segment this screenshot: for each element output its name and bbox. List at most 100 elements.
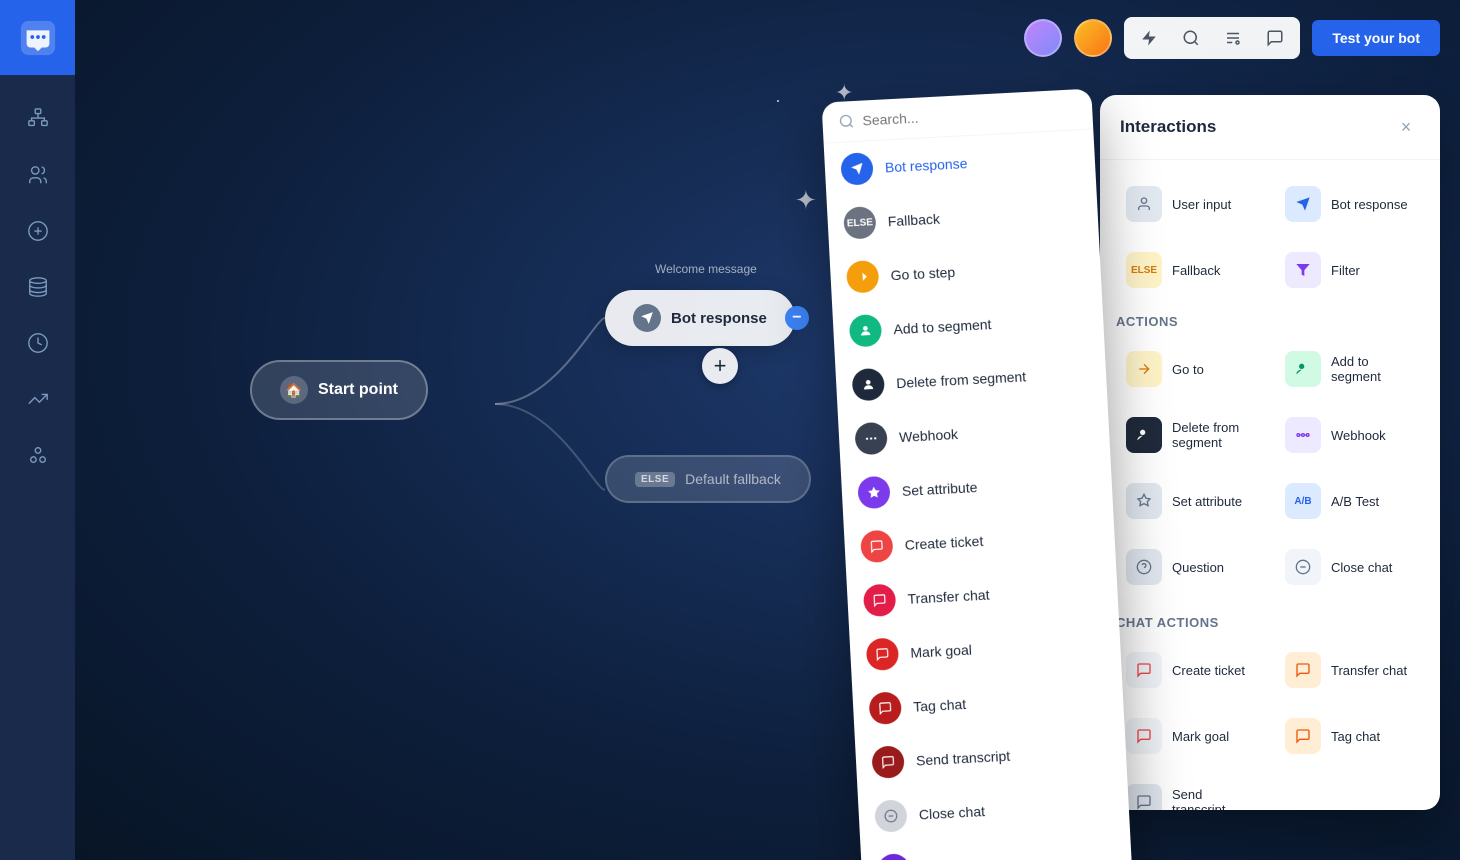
item-label-bot-response: Bot response	[885, 155, 968, 175]
sidebar-item-activity[interactable]	[14, 319, 62, 367]
bot-response-label-int: Bot response	[1331, 197, 1408, 212]
sidebar-item-data[interactable]	[14, 263, 62, 311]
sidebar-item-org[interactable]	[14, 95, 62, 143]
bot-response-remove-btn[interactable]: −	[785, 306, 809, 330]
canvas-area[interactable]: · ✦ · ✦	[75, 0, 1460, 860]
webhook-icon	[1285, 417, 1321, 453]
close-chat-icon	[1285, 549, 1321, 585]
action-webhook[interactable]: Webhook	[1275, 407, 1424, 463]
item-icon-add-to-segment	[849, 314, 883, 348]
sidebar-item-ai[interactable]	[14, 207, 62, 255]
item-icon-webhook	[854, 422, 888, 456]
item-icon-close-chat	[874, 799, 908, 833]
interactions-close-btn[interactable]: ×	[1392, 113, 1420, 141]
item-label-send-transcript: Send transcript	[916, 748, 1011, 769]
chat-action-create-ticket[interactable]: Create ticket	[1116, 642, 1265, 698]
chat-icon-btn[interactable]	[1260, 23, 1290, 53]
tag-chat-label: Tag chat	[1331, 729, 1380, 744]
sidebar-item-analytics[interactable]	[14, 375, 62, 423]
actions-section: Actions Go to Add to segment	[1116, 314, 1424, 595]
start-icon: 🏠	[280, 376, 308, 404]
sidebar-item-settings[interactable]	[14, 431, 62, 479]
settings-icon-btn[interactable]	[1218, 23, 1248, 53]
interactions-title: Interactions	[1120, 117, 1216, 137]
interactions-body: User input Bot response ELSE Fallback	[1100, 160, 1440, 810]
sidebar-item-contacts[interactable]	[14, 151, 62, 199]
fallback-label: Default fallback	[685, 471, 781, 487]
bot-response-node[interactable]: Bot response −	[605, 290, 795, 346]
chat-action-transfer-chat[interactable]: Transfer chat	[1275, 642, 1424, 698]
interactions-panel: Interactions × User input Bot response	[1100, 95, 1440, 810]
chat-action-tag-chat[interactable]: Tag chat	[1275, 708, 1424, 764]
fallback-node[interactable]: ELSE Default fallback	[605, 455, 811, 503]
transfer-chat-icon	[1285, 652, 1321, 688]
avatar-user2[interactable]	[1074, 19, 1112, 57]
send-transcript-icon	[1126, 784, 1162, 810]
action-delete-from-segment[interactable]: Delete from segment	[1116, 407, 1265, 463]
else-badge: ELSE	[635, 472, 675, 487]
item-icon-filter	[877, 853, 911, 860]
item-icon-create-ticket	[860, 530, 894, 564]
item-icon-mark-goal	[866, 637, 900, 671]
bot-response-icon	[633, 304, 661, 332]
item-label-close-chat: Close chat	[918, 803, 985, 822]
item-icon-go-to-step	[846, 260, 880, 294]
bot-response-icon-int	[1285, 186, 1321, 222]
dropdown-search-icon	[838, 113, 855, 130]
bot-node-sublabel: Welcome message	[655, 262, 757, 276]
item-label-go-to-step: Go to step	[890, 264, 955, 283]
star-decor-4: ✦	[795, 185, 817, 216]
dropdown-search-input[interactable]	[862, 101, 1077, 128]
create-ticket-icon	[1126, 652, 1162, 688]
action-close-chat-int[interactable]: Close chat	[1275, 539, 1424, 595]
add-to-segment-icon	[1285, 351, 1321, 387]
filter-icon-int	[1285, 252, 1321, 288]
test-bot-button[interactable]: Test your bot	[1312, 20, 1440, 56]
chat-actions-grid: Create ticket Transfer chat Mark goal	[1116, 642, 1424, 810]
send-transcript-label: Send transcript	[1172, 787, 1255, 810]
question-label: Question	[1172, 560, 1224, 575]
action-ab-test[interactable]: A/B A/B Test	[1275, 473, 1424, 529]
set-attribute-icon	[1126, 483, 1162, 519]
go-to-label: Go to	[1172, 362, 1204, 377]
item-label-mark-goal: Mark goal	[910, 642, 972, 661]
item-label-tag-chat: Tag chat	[913, 696, 967, 715]
bolt-icon-btn[interactable]	[1134, 23, 1164, 53]
action-question[interactable]: Question	[1116, 539, 1265, 595]
action-set-attribute[interactable]: Set attribute	[1116, 473, 1265, 529]
item-icon-tag-chat	[868, 691, 902, 725]
chat-action-send-transcript[interactable]: Send transcript	[1116, 774, 1265, 810]
user-input-icon	[1126, 186, 1162, 222]
mark-goal-label: Mark goal	[1172, 729, 1229, 744]
filter-label-int: Filter	[1331, 263, 1360, 278]
interaction-user-input[interactable]: User input	[1116, 176, 1265, 232]
chat-actions-section: Chat actions Create ticket Transfer chat	[1116, 615, 1424, 810]
fallback-icon-int: ELSE	[1126, 252, 1162, 288]
item-label-transfer-chat: Transfer chat	[907, 587, 990, 607]
ab-test-icon: A/B	[1285, 483, 1321, 519]
search-icon-btn[interactable]	[1176, 23, 1206, 53]
item-icon-fallback: ELSE	[843, 206, 877, 240]
chat-action-mark-goal[interactable]: Mark goal	[1116, 708, 1265, 764]
interaction-filter[interactable]: Filter	[1275, 242, 1424, 298]
action-add-to-segment[interactable]: Add to segment	[1275, 341, 1424, 397]
tag-chat-icon	[1285, 718, 1321, 754]
avatar-user1[interactable]	[1024, 19, 1062, 57]
chat-actions-title: Chat actions	[1116, 615, 1424, 630]
fallback-label-int: Fallback	[1172, 263, 1220, 278]
item-label-set-attribute: Set attribute	[902, 479, 978, 499]
interaction-fallback[interactable]: ELSE Fallback	[1116, 242, 1265, 298]
item-icon-transfer-chat	[863, 584, 897, 618]
ab-test-label: A/B Test	[1331, 494, 1379, 509]
add-node-btn[interactable]: +	[702, 348, 738, 384]
question-icon	[1126, 549, 1162, 585]
user-input-label: User input	[1172, 197, 1231, 212]
sidebar	[0, 0, 75, 860]
header-toolbar	[1124, 17, 1300, 59]
start-point-node[interactable]: 🏠 Start point	[250, 360, 428, 420]
close-chat-label: Close chat	[1331, 560, 1392, 575]
item-icon-delete-from-segment	[852, 368, 886, 402]
app-logo[interactable]	[0, 0, 75, 75]
action-go-to[interactable]: Go to	[1116, 341, 1265, 397]
interaction-bot-response[interactable]: Bot response	[1275, 176, 1424, 232]
